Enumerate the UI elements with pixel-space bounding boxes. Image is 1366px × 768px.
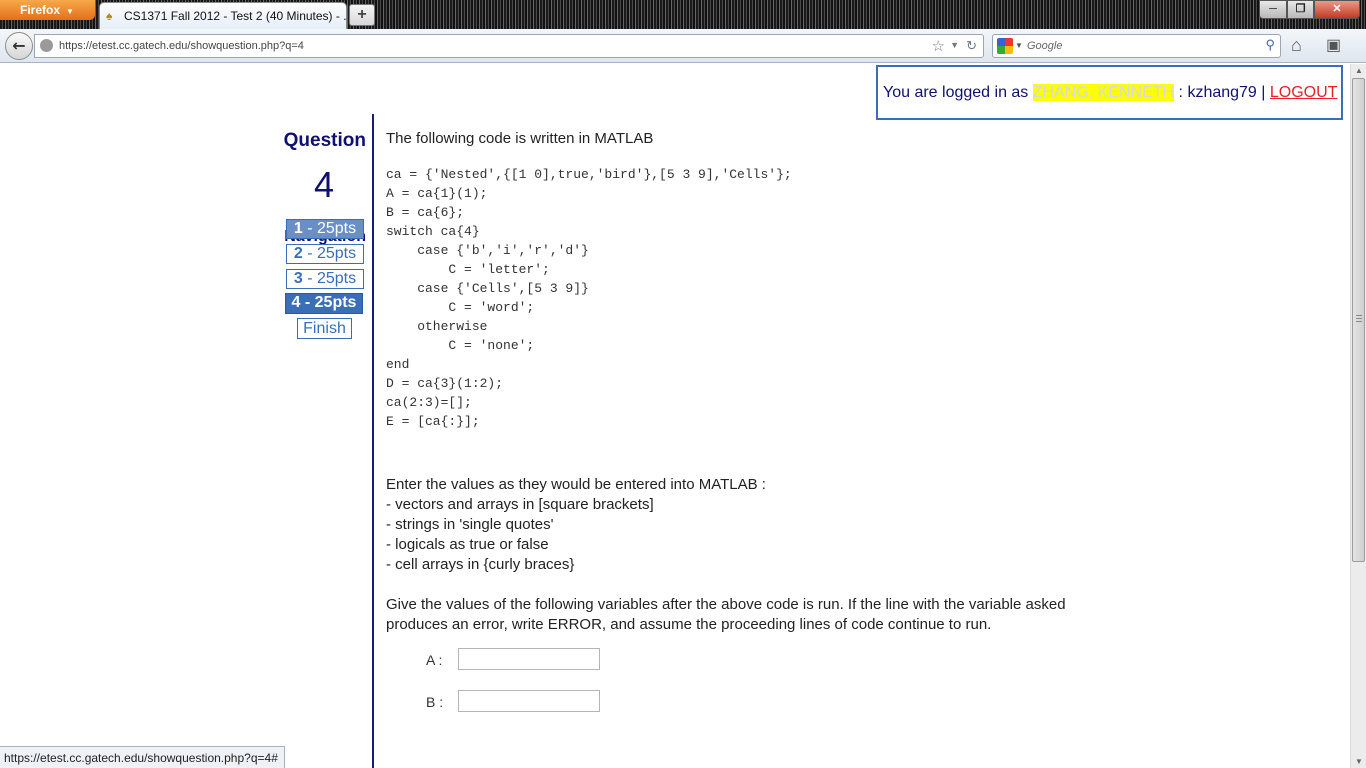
vertical-scrollbar[interactable]: ▲ ▼: [1350, 64, 1366, 768]
search-bar[interactable]: ▼ Google ⚲: [992, 34, 1281, 58]
code-block: ca = {'Nested',{[1 0],true,'bird'},[5 3 …: [386, 167, 792, 429]
instruction-line: - vectors and arrays in [square brackets…: [386, 496, 654, 513]
login-separator: :: [1174, 84, 1188, 101]
instruction-line: - strings in 'single quotes': [386, 516, 554, 533]
status-bar: https://etest.cc.gatech.edu/showquestion…: [0, 746, 285, 768]
tab-strip: Firefox ▼ ♠ CS1371 Fall 2012 - Test 2 (40…: [0, 0, 1366, 29]
answer-row-b: B :: [426, 690, 600, 712]
instruction-line: - cell arrays in {curly braces}: [386, 556, 575, 573]
search-placeholder: Google: [1027, 40, 1063, 52]
gatech-favicon-icon: ♠: [106, 9, 113, 23]
engine-dropdown-icon[interactable]: ▼: [1015, 41, 1023, 50]
firefox-menu-button[interactable]: Firefox ▼: [0, 0, 95, 20]
question-nav-3[interactable]: 3 - 25pts: [286, 269, 364, 289]
chevron-down-icon: ▼: [66, 7, 74, 16]
window-close-button[interactable]: ✕: [1314, 0, 1360, 19]
login-divider: |: [1256, 84, 1270, 101]
site-identity-icon[interactable]: [40, 39, 53, 52]
grip-icon: [1356, 315, 1362, 323]
instruction-line: - logicals as true or false: [386, 536, 549, 553]
answer-label: B :: [426, 694, 444, 710]
url-text: https://etest.cc.gatech.edu/showquestion…: [59, 40, 304, 52]
bookmarks-menu-icon[interactable]: ▣: [1326, 35, 1341, 55]
scroll-down-icon[interactable]: ▼: [1355, 757, 1363, 766]
search-icon[interactable]: ⚲: [1265, 37, 1275, 53]
firefox-menu-label: Firefox: [20, 3, 61, 17]
answer-label: A :: [426, 652, 443, 668]
logout-link[interactable]: LOGOUT: [1270, 84, 1338, 101]
question-nav-points: - 25pts: [302, 220, 357, 237]
question-nav-2[interactable]: 2 - 25pts: [286, 244, 364, 264]
login-prefix: You are logged in as: [883, 84, 1033, 101]
tab-title: CS1371 Fall 2012 - Test 2 (40 Minutes) -…: [124, 9, 347, 23]
sidebar-divider: [372, 114, 374, 768]
question-heading: Question: [283, 130, 366, 151]
home-icon[interactable]: ⌂: [1291, 35, 1302, 56]
question-content: The following code is written in MATLAB …: [386, 130, 1086, 635]
question-nav-number: 2: [293, 245, 303, 262]
question-prompt: Give the values of the following variabl…: [386, 596, 1066, 633]
address-bar[interactable]: https://etest.cc.gatech.edu/showquestion…: [34, 34, 984, 58]
finish-button[interactable]: Finish: [297, 318, 352, 339]
question-nav-4-current[interactable]: 4 - 25pts: [285, 293, 363, 314]
reload-icon[interactable]: ↻: [966, 38, 977, 54]
user-full-name: ZHANG, KENNETH: [1032, 84, 1175, 101]
question-nav-points: - 25pts: [302, 245, 357, 262]
question-nav-1[interactable]: 1 - 25pts: [286, 219, 364, 239]
history-dropdown-icon[interactable]: ▼: [950, 40, 959, 50]
answer-row-a: A :: [426, 648, 600, 670]
question-nav-points: - 25pts: [302, 270, 357, 287]
back-button[interactable]: ←: [5, 32, 33, 60]
answer-instructions: Enter the values as they would be entere…: [386, 475, 1086, 575]
window-minimize-button[interactable]: ─: [1259, 0, 1287, 19]
answer-input-b[interactable]: [458, 690, 600, 712]
question-intro: The following code is written in MATLAB: [386, 130, 654, 147]
navigation-toolbar: ← https://etest.cc.gatech.edu/showquesti…: [0, 29, 1366, 63]
question-number: 4: [313, 164, 335, 205]
bookmark-star-icon[interactable]: ☆: [932, 37, 945, 55]
question-nav-number: 1: [293, 220, 303, 237]
question-nav-number: 3: [293, 270, 303, 287]
page-content: You are logged in as ZHANG, KENNETH : kz…: [0, 64, 1350, 768]
google-engine-icon[interactable]: [997, 38, 1013, 54]
login-status-box: You are logged in as ZHANG, KENNETH : kz…: [876, 65, 1343, 120]
instruction-line: Enter the values as they would be entere…: [386, 476, 766, 493]
new-tab-button[interactable]: +: [349, 4, 375, 26]
browser-tab-active[interactable]: ♠ CS1371 Fall 2012 - Test 2 (40 Minutes)…: [99, 2, 347, 29]
window-restore-button[interactable]: ❐: [1287, 0, 1314, 19]
answer-input-a[interactable]: [458, 648, 600, 670]
question-nav-points: - 25pts: [300, 294, 357, 311]
scroll-up-icon[interactable]: ▲: [1355, 66, 1363, 75]
scrollbar-thumb[interactable]: [1352, 78, 1365, 562]
username: kzhang79: [1187, 84, 1257, 101]
